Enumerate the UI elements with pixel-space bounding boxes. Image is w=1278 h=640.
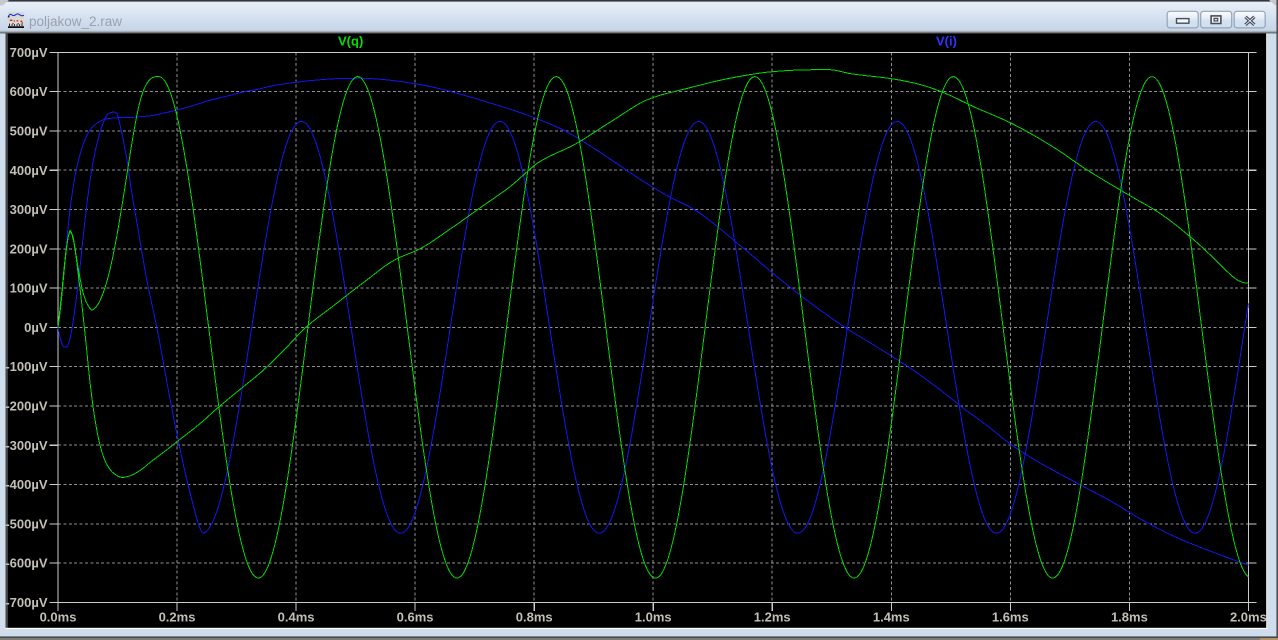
svg-text:1.4ms: 1.4ms <box>873 610 910 625</box>
svg-text:-200µV: -200µV <box>5 399 48 414</box>
svg-text:600µV: 600µV <box>10 84 48 99</box>
svg-text:poljakow_2.raw: poljakow_2.raw <box>29 14 122 29</box>
svg-text:200µV: 200µV <box>10 241 48 256</box>
svg-text:0µV: 0µV <box>24 320 48 335</box>
svg-text:-600µV: -600µV <box>5 556 48 571</box>
svg-text:400µV: 400µV <box>10 163 48 178</box>
svg-text:500µV: 500µV <box>10 124 48 139</box>
svg-text:0.8ms: 0.8ms <box>516 610 553 625</box>
svg-text:100µV: 100µV <box>10 281 48 296</box>
svg-text:300µV: 300µV <box>10 202 48 217</box>
svg-text:-100µV: -100µV <box>5 359 48 374</box>
svg-text:0.4ms: 0.4ms <box>278 610 315 625</box>
svg-text:0.0ms: 0.0ms <box>40 610 77 625</box>
svg-text:1.8ms: 1.8ms <box>1111 610 1148 625</box>
svg-text:700µV: 700µV <box>10 45 48 60</box>
svg-text:2.0ms: 2.0ms <box>1230 610 1267 625</box>
svg-text:0.2ms: 0.2ms <box>159 610 196 625</box>
svg-text:-300µV: -300µV <box>5 438 48 453</box>
svg-text:-400µV: -400µV <box>5 477 48 492</box>
svg-text:-500µV: -500µV <box>5 516 48 531</box>
svg-text:-700µV: -700µV <box>5 595 48 610</box>
svg-text:1.6ms: 1.6ms <box>992 610 1029 625</box>
svg-text:V(q): V(q) <box>338 34 363 49</box>
svg-text:V(i): V(i) <box>936 34 957 49</box>
svg-text:0.6ms: 0.6ms <box>397 610 434 625</box>
svg-text:1.2ms: 1.2ms <box>754 610 791 625</box>
svg-text:1.0ms: 1.0ms <box>635 610 672 625</box>
